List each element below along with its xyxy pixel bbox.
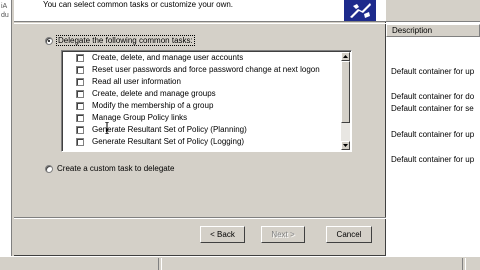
description-column-header[interactable]: Description — [386, 24, 480, 37]
task-checkbox[interactable] — [76, 78, 84, 86]
arrow-up-icon — [343, 55, 348, 58]
create-custom-task-label[interactable]: Create a custom task to delegate — [57, 164, 174, 174]
scroll-thumb[interactable] — [341, 61, 350, 123]
arrow-down-icon — [343, 144, 348, 147]
delegate-common-tasks-text: Delegate the following common tasks: — [56, 35, 195, 46]
text-cursor-icon — [105, 122, 109, 134]
task-label: Modify the membership of a group — [92, 101, 214, 110]
background-details-pane: Description Default container for up Def… — [386, 0, 480, 270]
task-list-scrollbar[interactable] — [341, 52, 350, 150]
task-checkbox[interactable] — [76, 138, 84, 146]
delegate-common-tasks-radio[interactable] — [45, 37, 53, 45]
task-label: Create, delete and manage groups — [92, 89, 216, 98]
button-area-separator — [14, 217, 386, 219]
delegation-wizard-dialog: You can select common tasks or customize… — [14, 0, 386, 256]
task-checkbox[interactable] — [76, 114, 84, 122]
task-checkbox[interactable] — [76, 54, 84, 62]
background-row[interactable]: Default container for se — [391, 104, 474, 114]
task-label: Reset user passwords and force password … — [92, 65, 320, 74]
task-label: Read all user information — [92, 77, 181, 86]
background-tree-pane: iAdu — [0, 0, 12, 270]
next-button[interactable]: Next > — [261, 226, 305, 243]
task-checkbox[interactable] — [76, 66, 84, 74]
scroll-down-button[interactable] — [341, 141, 350, 150]
background-tree-text: iAdu — [1, 3, 9, 19]
task-checkbox[interactable] — [76, 126, 84, 134]
background-row[interactable]: Default container for up — [391, 67, 474, 77]
wizard-header: You can select common tasks or customize… — [14, 0, 386, 22]
task-checkbox[interactable] — [76, 90, 84, 98]
background-row[interactable]: Default container for up — [391, 155, 474, 165]
scroll-up-button[interactable] — [341, 52, 350, 61]
background-row[interactable]: Default container for up — [391, 130, 474, 140]
wizard-subtitle: You can select common tasks or customize… — [43, 0, 234, 9]
status-bar-divider — [158, 258, 162, 270]
cancel-button[interactable]: Cancel — [326, 226, 372, 243]
task-label: Generate Resultant Set of Policy (Loggin… — [92, 137, 245, 146]
status-bar — [0, 256, 480, 270]
header-separator — [14, 23, 386, 24]
task-label: Create, delete, and manage user accounts — [92, 53, 244, 62]
create-custom-task-radio[interactable] — [45, 165, 53, 173]
wizard-banner-icon — [344, 0, 376, 21]
delegate-common-tasks-label[interactable]: Delegate the following common tasks: — [56, 35, 195, 46]
task-checkbox[interactable] — [76, 102, 84, 110]
background-toolbar — [386, 0, 480, 22]
background-row[interactable]: Default container for do — [391, 92, 474, 102]
common-tasks-list[interactable]: Create, delete, and manage user accounts… — [61, 50, 352, 152]
status-bar-divider — [462, 258, 466, 270]
task-label: Generate Resultant Set of Policy (Planni… — [92, 125, 247, 134]
back-button[interactable]: < Back — [200, 226, 245, 243]
